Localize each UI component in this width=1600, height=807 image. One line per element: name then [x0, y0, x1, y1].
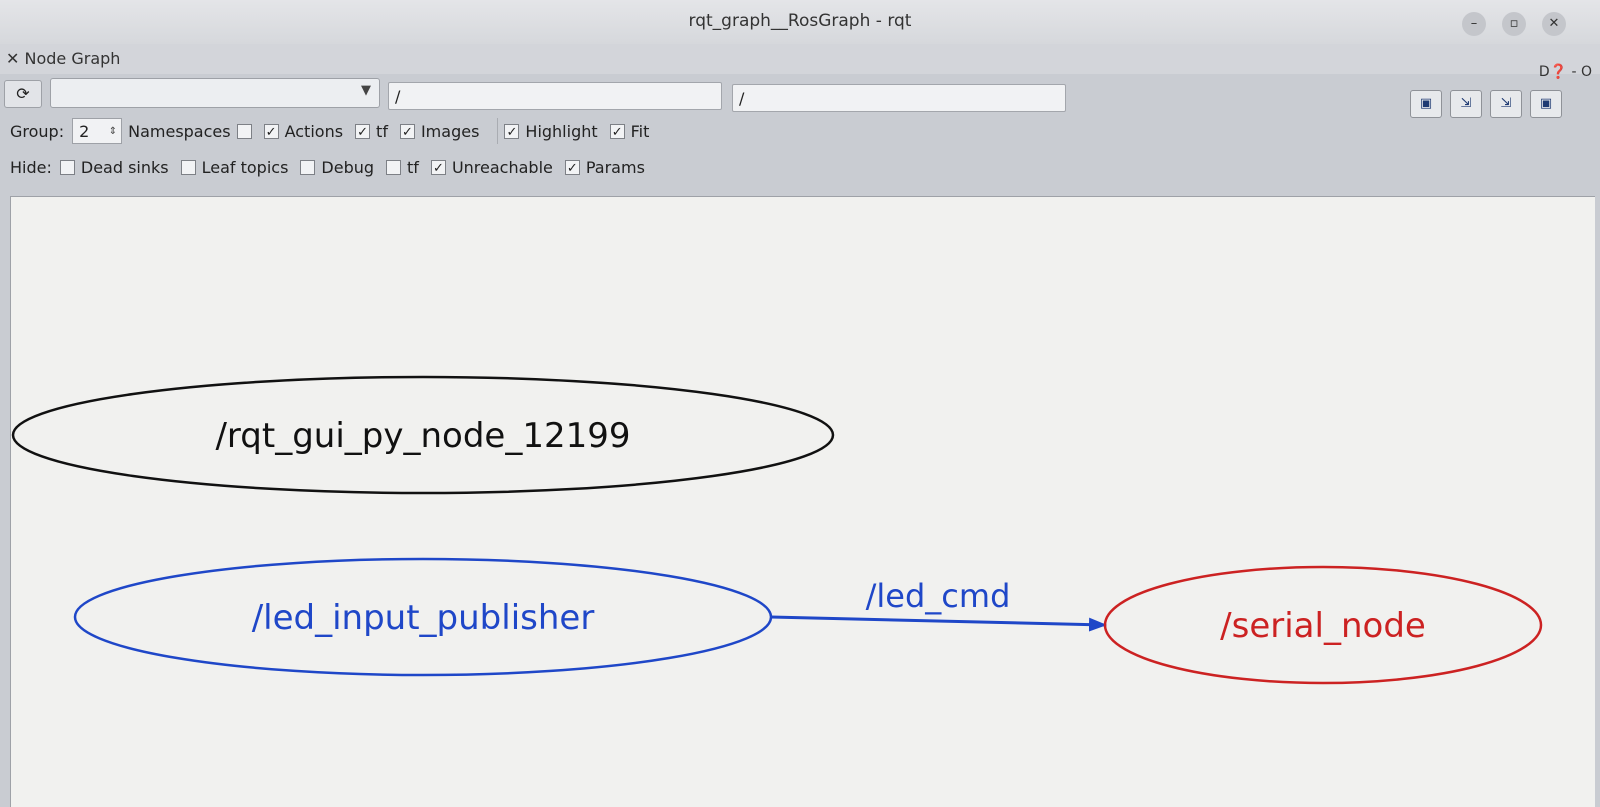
group-option-label: Highlight — [525, 121, 598, 141]
group-option-actions[interactable]: ✓ Actions — [263, 121, 344, 141]
group-spinbox[interactable]: 2 ⇕ — [72, 118, 123, 144]
filter-toolbar: ⟳ ▼ / / ▣ ⇲ ⇲ ▣ — [0, 76, 1600, 118]
graph-canvas[interactable]: /led_cmd/rqt_gui_py_node_12199/led_input… — [10, 196, 1595, 807]
hide-option-label: Dead sinks — [80, 158, 169, 177]
panel-icon: ✕ — [6, 49, 20, 68]
group-checkbox-namespaces[interactable] — [236, 123, 252, 139]
group-checkbox-images[interactable]: ✓ — [399, 123, 415, 140]
graph-node-label: /rqt_gui_py_node_12199 — [215, 416, 630, 456]
panel-title: ✕ Node Graph — [6, 49, 120, 68]
refresh-icon: ⟳ — [16, 84, 30, 103]
image-icon: ▣ — [1539, 96, 1553, 111]
group-option-label: Actions — [284, 121, 344, 141]
panel-title-text: Node Graph — [24, 49, 121, 68]
hide-option-unreachable[interactable]: ✓ Unreachable — [430, 158, 553, 177]
hide-label: Hide: — [10, 158, 52, 177]
hide-option-params[interactable]: ✓ Params — [564, 158, 645, 177]
graph-node-label: /serial_node — [1220, 606, 1426, 646]
window-title: rqt_graph__RosGraph - rqt — [688, 11, 912, 31]
graph-node-label: /led_input_publisher — [252, 598, 595, 638]
load-button[interactable]: ▣ — [1410, 90, 1442, 118]
hide-option-label: Leaf topics — [201, 158, 289, 177]
graph-type-combo[interactable]: ▼ — [50, 78, 380, 108]
hide-option-label: Params — [585, 158, 645, 177]
floppy-icon: ▣ — [1419, 96, 1433, 111]
hide-checkbox-params[interactable]: ✓ — [564, 160, 580, 176]
toolbar-separator — [497, 118, 499, 144]
group-option-fit[interactable]: ✓ Fit — [609, 121, 650, 141]
hide-option-label: Debug — [321, 158, 375, 177]
graph-svg: /led_cmd/rqt_gui_py_node_12199/led_input… — [11, 375, 1543, 685]
hide-option-label: tf — [407, 158, 419, 177]
edge-topic-label[interactable]: /led_cmd — [866, 577, 1011, 615]
maximize-button[interactable]: ▫ — [1502, 12, 1526, 36]
group-label: Group: — [10, 121, 65, 141]
hide-checkbox-unreachable[interactable]: ✓ — [430, 160, 446, 176]
group-checkbox-tf[interactable]: ✓ — [355, 123, 371, 140]
group-option-images[interactable]: ✓ Images — [399, 121, 480, 141]
export-svg-icon: ⇲ — [1500, 96, 1512, 111]
group-checkbox-highlight[interactable]: ✓ — [504, 123, 520, 140]
group-option-highlight[interactable]: ✓ Highlight — [504, 121, 598, 141]
save-svg-button[interactable]: ⇲ — [1490, 90, 1522, 118]
refresh-button[interactable]: ⟳ — [4, 80, 42, 108]
hide-checkbox-dead-sinks[interactable] — [59, 160, 75, 175]
hide-option-debug[interactable]: Debug — [300, 158, 374, 177]
node-filter-input[interactable]: / — [388, 82, 722, 110]
hide-checkbox-debug[interactable] — [300, 160, 316, 175]
group-option-label: tf — [376, 121, 388, 141]
hide-options-row: Hide: Dead sinks Leaf topics Debug tf ✓ Unrea… — [10, 158, 657, 177]
topic-filter-input[interactable]: / — [732, 84, 1066, 112]
hide-option-label: Unreachable — [451, 158, 553, 177]
group-checkbox-fit[interactable]: ✓ — [609, 123, 625, 140]
chevron-down-icon: ▼ — [361, 83, 371, 98]
group-option-tf[interactable]: ✓ tf — [355, 122, 388, 141]
hide-checkbox-leaf-topics[interactable] — [180, 160, 196, 175]
group-option-label: Namespaces — [128, 121, 231, 141]
panel-header: ✕ Node Graph D❓ - O — [0, 44, 1600, 80]
hide-checkbox-tf[interactable] — [386, 160, 402, 175]
group-value: 2 — [79, 121, 90, 141]
spin-arrows-icon[interactable]: ⇕ — [109, 126, 121, 137]
group-checkbox-actions[interactable]: ✓ — [263, 123, 279, 140]
group-option-label: Fit — [630, 121, 650, 141]
save-dot-button[interactable]: ⇲ — [1450, 90, 1482, 118]
graph-edge[interactable] — [770, 615, 1107, 632]
close-button[interactable]: ✕ — [1542, 12, 1566, 36]
export-icon: ⇲ — [1460, 96, 1472, 111]
group-option-namespaces[interactable]: Namespaces — [128, 121, 252, 141]
group-option-label: Images — [420, 121, 480, 141]
save-image-button[interactable]: ▣ — [1530, 90, 1562, 118]
hide-option-dead-sinks[interactable]: Dead sinks — [59, 158, 169, 177]
window-titlebar: rqt_graph__RosGraph - rqt – ▫ ✕ — [0, 0, 1600, 45]
hide-option-leaf-topics[interactable]: Leaf topics — [180, 158, 289, 177]
hide-option-tf[interactable]: tf — [386, 158, 419, 177]
minimize-button[interactable]: – — [1462, 12, 1486, 36]
group-options-row: Group: 2 ⇕ Namespaces ✓ Actions ✓ tf ✓ Images ✓… — [10, 118, 661, 144]
